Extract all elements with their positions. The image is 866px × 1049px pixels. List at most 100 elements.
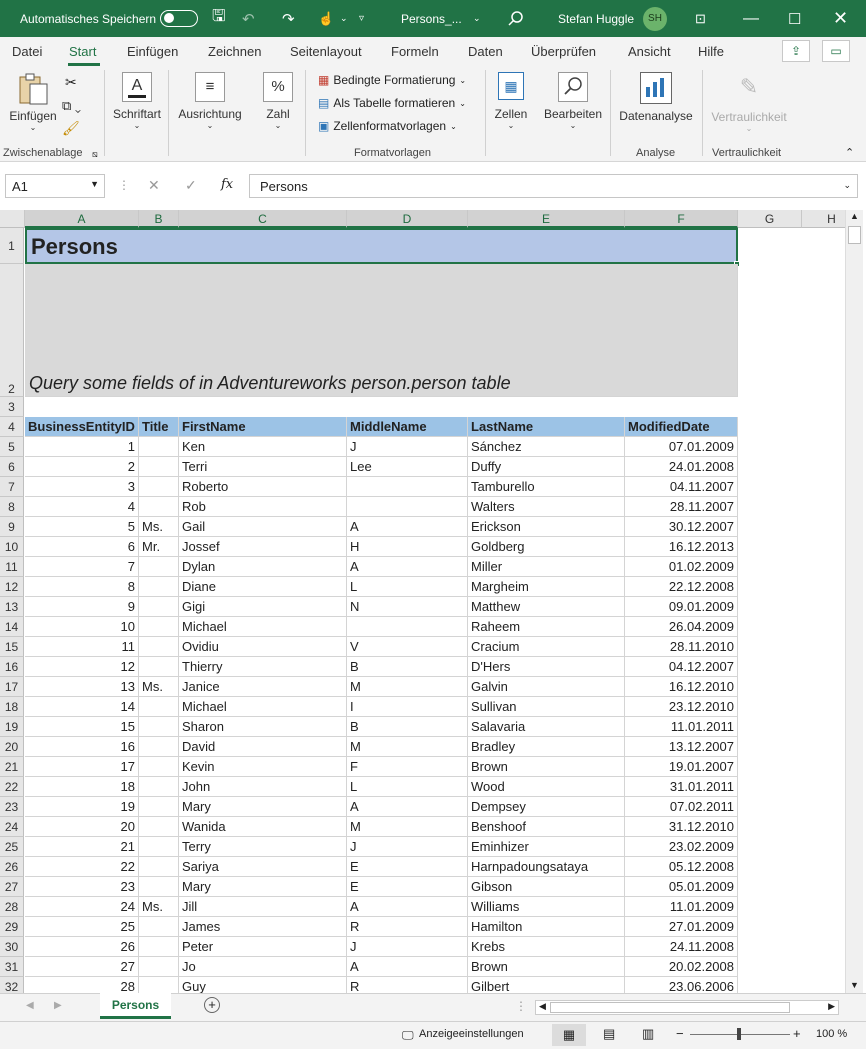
maximize-icon[interactable]: ☐ <box>788 0 801 37</box>
cell-title[interactable] <box>139 497 179 517</box>
cell-middle-name[interactable]: J <box>347 437 468 457</box>
cell-modified-date[interactable]: 16.12.2010 <box>625 677 738 697</box>
cell-last-name[interactable]: Margheim <box>468 577 625 597</box>
cell-middle-name[interactable]: L <box>347 577 468 597</box>
cell-first-name[interactable]: Kevin <box>179 757 347 777</box>
row-header[interactable]: 32 <box>0 977 24 993</box>
cell-business-entity-id[interactable]: 5 <box>25 517 139 537</box>
cell-middle-name[interactable]: J <box>347 837 468 857</box>
column-header-b[interactable]: B <box>139 210 179 228</box>
cell-business-entity-id[interactable]: 18 <box>25 777 139 797</box>
cell-modified-date[interactable]: 23.02.2009 <box>625 837 738 857</box>
cell-modified-date[interactable]: 05.01.2009 <box>625 877 738 897</box>
copy-icon[interactable]: ⧉ ⌄ <box>62 98 81 114</box>
expand-formula-icon[interactable]: ⌄ <box>843 180 851 191</box>
sheet-tab-persons[interactable]: Persons <box>100 993 171 1019</box>
row-header[interactable]: 28 <box>0 897 24 917</box>
chevron-down-icon[interactable]: ▼ <box>90 179 99 189</box>
cell-first-name[interactable]: Mary <box>179 797 347 817</box>
row-header[interactable]: 10 <box>0 537 24 557</box>
cell-first-name[interactable]: David <box>179 737 347 757</box>
cell-title[interactable]: Ms. <box>139 897 179 917</box>
normal-view-button[interactable]: ▦ <box>552 1024 586 1046</box>
sensitivity-button[interactable]: ✎ Vertraulichkeit ⌄ <box>706 72 792 133</box>
row-header[interactable]: 19 <box>0 717 24 737</box>
font-button[interactable]: A Schriftart ⌄ <box>111 72 163 130</box>
cell-modified-date[interactable]: 09.01.2009 <box>625 597 738 617</box>
cell-last-name[interactable]: Sullivan <box>468 697 625 717</box>
cell-last-name[interactable]: Bradley <box>468 737 625 757</box>
cell-modified-date[interactable]: 26.04.2009 <box>625 617 738 637</box>
cell-last-name[interactable]: Krebs <box>468 937 625 957</box>
cell-last-name[interactable]: Miller <box>468 557 625 577</box>
cell-first-name[interactable]: Dylan <box>179 557 347 577</box>
tab-formulas[interactable]: Formeln <box>391 44 439 59</box>
comments-icon[interactable]: ▭ <box>822 40 850 62</box>
scroll-up-icon[interactable]: ▲ <box>850 211 859 221</box>
cell-last-name[interactable]: Sánchez <box>468 437 625 457</box>
cells-button[interactable]: ▦ Zellen ⌄ <box>490 72 532 130</box>
cell-first-name[interactable]: Ken <box>179 437 347 457</box>
cell-last-name[interactable]: Benshoof <box>468 817 625 837</box>
cell-first-name[interactable]: Gigi <box>179 597 347 617</box>
cell-modified-date[interactable]: 13.12.2007 <box>625 737 738 757</box>
tab-data[interactable]: Daten <box>468 44 503 59</box>
cell-modified-date[interactable]: 11.01.2011 <box>625 717 738 737</box>
column-header-e[interactable]: E <box>468 210 625 228</box>
cell-business-entity-id[interactable]: 1 <box>25 437 139 457</box>
zoom-level[interactable]: 100 % <box>816 1028 847 1040</box>
cell-business-entity-id[interactable]: 23 <box>25 877 139 897</box>
cell-business-entity-id[interactable]: 28 <box>25 977 139 993</box>
cell-first-name[interactable]: Jill <box>179 897 347 917</box>
cell-last-name[interactable]: Brown <box>468 757 625 777</box>
display-settings-icon[interactable]: 🖵 <box>402 1028 414 1043</box>
column-header-c[interactable]: C <box>179 210 347 228</box>
cell-title[interactable] <box>139 817 179 837</box>
row-header[interactable]: 2 <box>0 264 24 397</box>
row-header[interactable]: 7 <box>0 477 24 497</box>
cell-middle-name[interactable]: H <box>347 537 468 557</box>
touch-mode-icon[interactable]: ☝ <box>318 0 334 37</box>
cell-last-name[interactable]: Hamilton <box>468 917 625 937</box>
cell-middle-name[interactable]: I <box>347 697 468 717</box>
cell-business-entity-id[interactable]: 9 <box>25 597 139 617</box>
tab-home[interactable]: Start <box>69 44 96 59</box>
confirm-icon[interactable]: ✓ <box>185 177 197 194</box>
tab-review[interactable]: Überprüfen <box>531 44 596 59</box>
cell-first-name[interactable]: Sharon <box>179 717 347 737</box>
add-sheet-icon[interactable]: + <box>204 997 220 1013</box>
cell-first-name[interactable]: John <box>179 777 347 797</box>
cell-modified-date[interactable]: 30.12.2007 <box>625 517 738 537</box>
header-first-name[interactable]: FirstName <box>179 417 347 437</box>
horizontal-scroll-thumb[interactable] <box>550 1002 790 1013</box>
cell-middle-name[interactable]: E <box>347 877 468 897</box>
cell-modified-date[interactable]: 16.12.2013 <box>625 537 738 557</box>
cell-last-name[interactable]: Wood <box>468 777 625 797</box>
cell-middle-name[interactable]: E <box>347 857 468 877</box>
cell-business-entity-id[interactable]: 19 <box>25 797 139 817</box>
tab-view[interactable]: Ansicht <box>628 44 671 59</box>
cell-middle-name[interactable]: N <box>347 597 468 617</box>
cell-business-entity-id[interactable]: 13 <box>25 677 139 697</box>
cell-first-name[interactable]: Roberto <box>179 477 347 497</box>
cell-business-entity-id[interactable]: 22 <box>25 857 139 877</box>
row-header[interactable]: 3 <box>0 397 24 417</box>
row-header[interactable]: 23 <box>0 797 24 817</box>
cell-business-entity-id[interactable]: 20 <box>25 817 139 837</box>
share-icon[interactable]: ⇪ <box>782 40 810 62</box>
cell-middle-name[interactable] <box>347 477 468 497</box>
cell-last-name[interactable]: Erickson <box>468 517 625 537</box>
edit-button[interactable]: Bearbeiten ⌄ <box>542 72 604 130</box>
cell-middle-name[interactable]: M <box>347 737 468 757</box>
cell-last-name[interactable]: Tamburello <box>468 477 625 497</box>
cell-business-entity-id[interactable]: 7 <box>25 557 139 577</box>
undo-icon[interactable]: ↶ <box>242 0 255 37</box>
cell-title[interactable] <box>139 917 179 937</box>
tab-page-layout[interactable]: Seitenlayout <box>290 44 362 59</box>
cell-business-entity-id[interactable]: 6 <box>25 537 139 557</box>
row-header[interactable]: 20 <box>0 737 24 757</box>
cell-business-entity-id[interactable]: 14 <box>25 697 139 717</box>
cell-title[interactable] <box>139 557 179 577</box>
row-header[interactable]: 14 <box>0 617 24 637</box>
format-painter-icon[interactable]: 🖌 <box>62 120 80 137</box>
